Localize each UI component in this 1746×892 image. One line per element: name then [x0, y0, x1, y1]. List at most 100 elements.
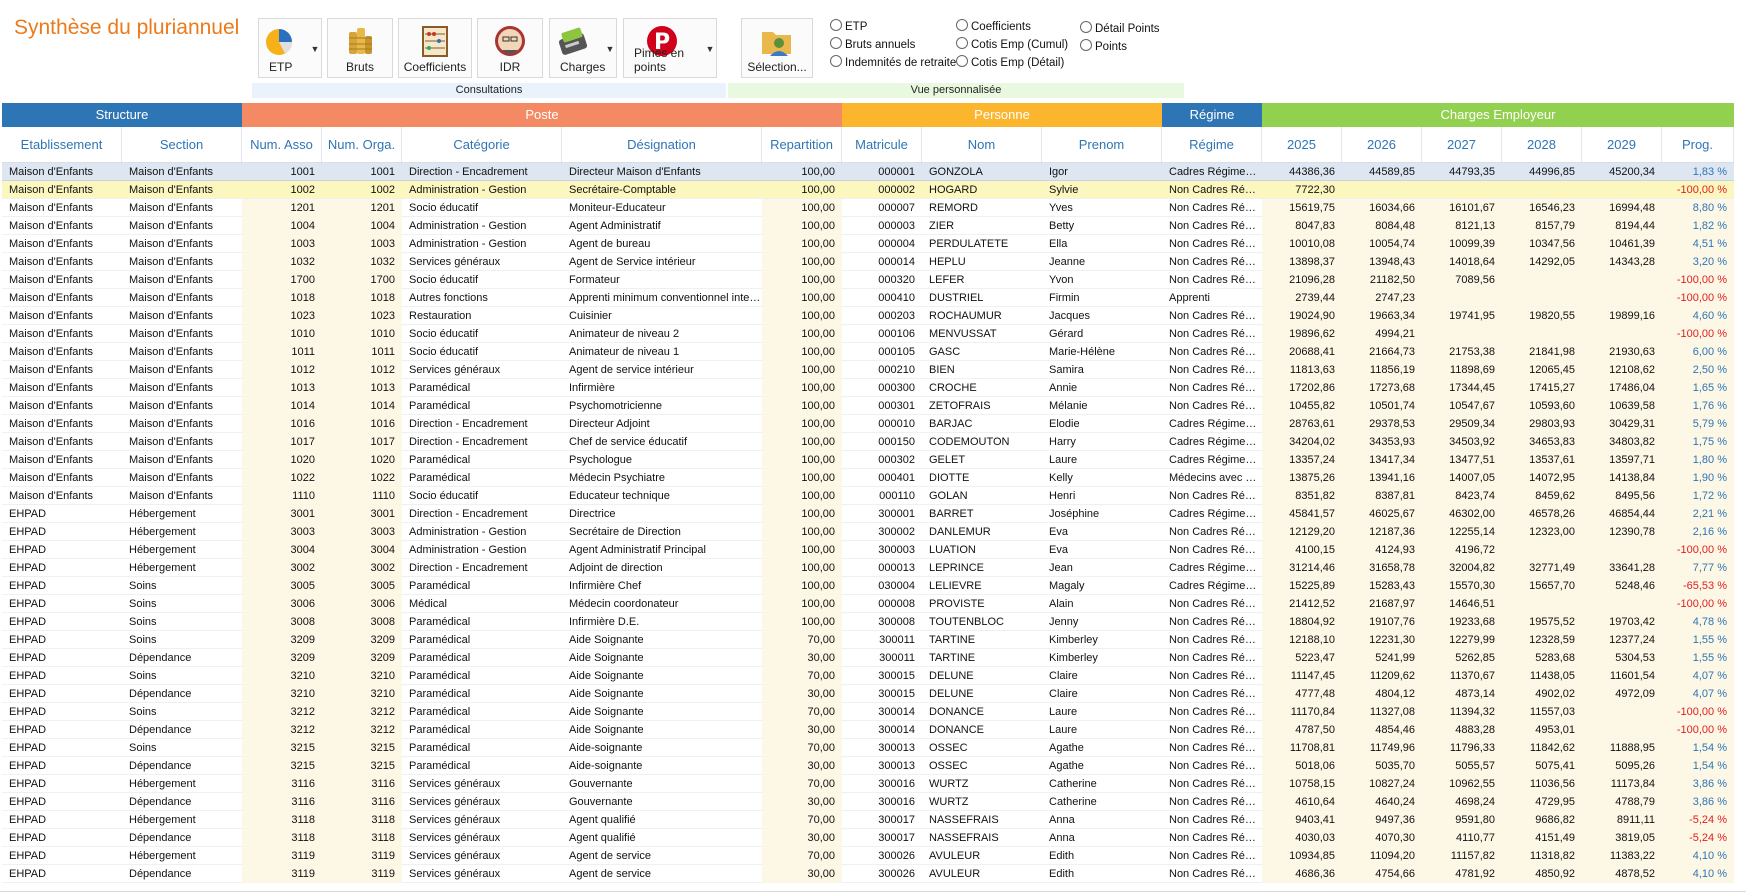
selection-button[interactable]: Sélection... [741, 18, 813, 78]
table-row[interactable]: EHPAD Soins 3209 3209 Paramédical Aide Soigna… [2, 631, 1734, 649]
chevron-down-icon[interactable]: ▼ [308, 37, 322, 61]
table-row[interactable]: Maison d'Enfants Maison d'Enfants 1032 1032… [2, 253, 1734, 271]
table-row[interactable]: Maison d'Enfants Maison d'Enfants 1016 1016… [2, 415, 1734, 433]
column-header-year-2027[interactable]: 2027 [1422, 127, 1502, 162]
bruts-button[interactable]: Bruts [327, 18, 393, 78]
cell-year-2028: 8459,62 [1502, 487, 1582, 505]
column-header-regime[interactable]: Régime [1162, 127, 1262, 162]
table-row[interactable]: EHPAD Dépendance 3215 3215 Paramédical Aide-s… [2, 757, 1734, 775]
table-row[interactable]: EHPAD Dépendance 3116 3116 Services généraux… [2, 793, 1734, 811]
radio-bruts-annuels[interactable]: Bruts annuels [830, 37, 915, 51]
table-row[interactable]: EHPAD Hébergement 3116 3116 Services générau… [2, 775, 1734, 793]
table-row[interactable]: EHPAD Dépendance 3212 3212 Paramédical Aide S… [2, 721, 1734, 739]
table-row[interactable]: Maison d'Enfants Maison d'Enfants 1002 1002… [2, 181, 1734, 199]
column-header-prenom[interactable]: Prenom [1042, 127, 1162, 162]
table-row[interactable]: Maison d'Enfants Maison d'Enfants 1001 1001… [2, 163, 1734, 181]
table-row[interactable]: EHPAD Hébergement 3004 3004 Administration -… [2, 541, 1734, 559]
primes-button[interactable]: P Pimes en points ▼ [623, 18, 717, 78]
cell-year-2025: 11147,45 [1262, 667, 1342, 685]
chevron-down-icon[interactable]: ▼ [703, 37, 717, 61]
cell-num-asso: 3212 [242, 721, 322, 739]
cell-categorie: Administration - Gestion [409, 184, 527, 196]
charges-button[interactable]: Charges ▼ [549, 18, 617, 78]
table-row[interactable]: EHPAD Soins 3210 3210 Paramédical Aide Soigna… [2, 667, 1734, 685]
cell-num-asso: 1016 [242, 415, 322, 433]
cell-num-orga: 1014 [322, 397, 402, 415]
radio-cotis-detail[interactable]: Cotis Emp (Détail) [956, 55, 1064, 69]
table-row[interactable]: EHPAD Dépendance 3119 3119 Services généraux… [2, 865, 1734, 883]
table-row[interactable]: EHPAD Hébergement 3118 3118 Services générau… [2, 811, 1734, 829]
table-row[interactable]: EHPAD Hébergement 3003 3003 Administration -… [2, 523, 1734, 541]
column-header-num-asso[interactable]: Num. Asso [242, 127, 322, 162]
table-row[interactable]: EHPAD Dépendance 3210 3210 Paramédical Aide S… [2, 685, 1734, 703]
table-row[interactable]: EHPAD Soins 3008 3008 Paramédical Infirmière … [2, 613, 1734, 631]
table-row[interactable]: EHPAD Soins 3212 3212 Paramédical Aide Soigna… [2, 703, 1734, 721]
radio-points[interactable]: Points [1080, 39, 1127, 53]
cell-repartition: 30,00 [762, 757, 842, 775]
idr-button[interactable]: IDR [477, 18, 543, 78]
etp-button[interactable]: ETP ▼ [258, 18, 322, 78]
table-row[interactable]: Maison d'Enfants Maison d'Enfants 1110 1110… [2, 487, 1734, 505]
radio-indemnites-retraite[interactable]: Indemnités de retraite [830, 55, 956, 69]
cell-year-2029: 8495,56 [1582, 487, 1662, 505]
radio-detail-points[interactable]: Détail Points [1080, 21, 1160, 35]
table-row[interactable]: Maison d'Enfants Maison d'Enfants 1018 1018… [2, 289, 1734, 307]
cell-year-2027: 11394,32 [1422, 703, 1502, 721]
column-header-designation[interactable]: Désignation [562, 127, 762, 162]
cell-nom: HOGARD [929, 184, 978, 196]
table-row[interactable]: EHPAD Dépendance 3209 3209 Paramédical Aide S… [2, 649, 1734, 667]
cell-num-asso: 1012 [242, 361, 322, 379]
cell-categorie: Services généraux [409, 868, 501, 880]
table-row[interactable]: Maison d'Enfants Maison d'Enfants 1004 1004… [2, 217, 1734, 235]
table-row[interactable]: Maison d'Enfants Maison d'Enfants 1013 1013… [2, 379, 1734, 397]
column-header-num-orga[interactable]: Num. Orga. [322, 127, 402, 162]
cell-etablissement: Maison d'Enfants [9, 166, 94, 178]
table-row[interactable]: Maison d'Enfants Maison d'Enfants 1023 1023… [2, 307, 1734, 325]
cell-year-2028: 12328,59 [1502, 631, 1582, 649]
column-header-year-2029[interactable]: 2029 [1582, 127, 1662, 162]
cell-progression: 6,00 % [1662, 343, 1734, 361]
cell-etablissement: EHPAD [9, 652, 47, 664]
cell-designation: Aide Soignante [569, 706, 644, 718]
cell-progression: 1,90 % [1662, 469, 1734, 487]
table-row[interactable]: EHPAD Soins 3006 3006 Médical Médecin coordon… [2, 595, 1734, 613]
cell-etablissement: Maison d'Enfants [9, 274, 94, 286]
cell-num-asso: 3116 [242, 793, 322, 811]
column-header-year-2028[interactable]: 2028 [1502, 127, 1582, 162]
chevron-down-icon[interactable]: ▼ [603, 37, 617, 61]
column-header-progression[interactable]: Prog. [1662, 127, 1734, 162]
column-header-year-2025[interactable]: 2025 [1262, 127, 1342, 162]
column-header-section[interactable]: Section [122, 127, 242, 162]
table-row[interactable]: Maison d'Enfants Maison d'Enfants 1201 1201… [2, 199, 1734, 217]
cell-section: Dépendance [129, 688, 192, 700]
table-row[interactable]: Maison d'Enfants Maison d'Enfants 1003 1003… [2, 235, 1734, 253]
column-header-etablissement[interactable]: Etablissement [2, 127, 122, 162]
column-header-repartition[interactable]: Repartition [762, 127, 842, 162]
table-row[interactable]: EHPAD Soins 3215 3215 Paramédical Aide-soigna… [2, 739, 1734, 757]
table-row[interactable]: Maison d'Enfants Maison d'Enfants 1010 1010… [2, 325, 1734, 343]
cell-num-orga: 3116 [322, 775, 402, 793]
cell-year-2025: 44386,36 [1289, 166, 1335, 178]
table-row[interactable]: Maison d'Enfants Maison d'Enfants 1017 1017… [2, 433, 1734, 451]
table-row[interactable]: Maison d'Enfants Maison d'Enfants 1022 1022… [2, 469, 1734, 487]
table-row[interactable]: EHPAD Dépendance 3118 3118 Services généraux… [2, 829, 1734, 847]
table-row[interactable]: EHPAD Hébergement 3002 3002 Direction - Enca… [2, 559, 1734, 577]
column-header-categorie[interactable]: Catégorie [402, 127, 562, 162]
column-header-year-2026[interactable]: 2026 [1342, 127, 1422, 162]
table-row[interactable]: EHPAD Hébergement 3119 3119 Services générau… [2, 847, 1734, 865]
coefficients-button[interactable]: Coefficients [398, 18, 472, 78]
column-header-nom[interactable]: Nom [922, 127, 1042, 162]
table-row[interactable]: Maison d'Enfants Maison d'Enfants 1012 1012… [2, 361, 1734, 379]
table-row[interactable]: Maison d'Enfants Maison d'Enfants 1700 1700… [2, 271, 1734, 289]
table-row[interactable]: EHPAD Hébergement 3001 3001 Direction - Enca… [2, 505, 1734, 523]
radio-coefficients[interactable]: Coefficients [956, 19, 1031, 33]
table-row[interactable]: Maison d'Enfants Maison d'Enfants 1014 1014… [2, 397, 1734, 415]
cell-regime: Non Cadres Ré… [1169, 220, 1256, 232]
table-row[interactable]: Maison d'Enfants Maison d'Enfants 1011 1011… [2, 343, 1734, 361]
column-header-matricule[interactable]: Matricule [842, 127, 922, 162]
table-row[interactable]: EHPAD Soins 3005 3005 Paramédical Infirmière … [2, 577, 1734, 595]
table-row[interactable]: Maison d'Enfants Maison d'Enfants 1020 1020… [2, 451, 1734, 469]
radio-cotis-cumul[interactable]: Cotis Emp (Cumul) [956, 37, 1068, 51]
radio-etp[interactable]: ETP [830, 19, 867, 33]
abacus-icon [422, 26, 448, 57]
